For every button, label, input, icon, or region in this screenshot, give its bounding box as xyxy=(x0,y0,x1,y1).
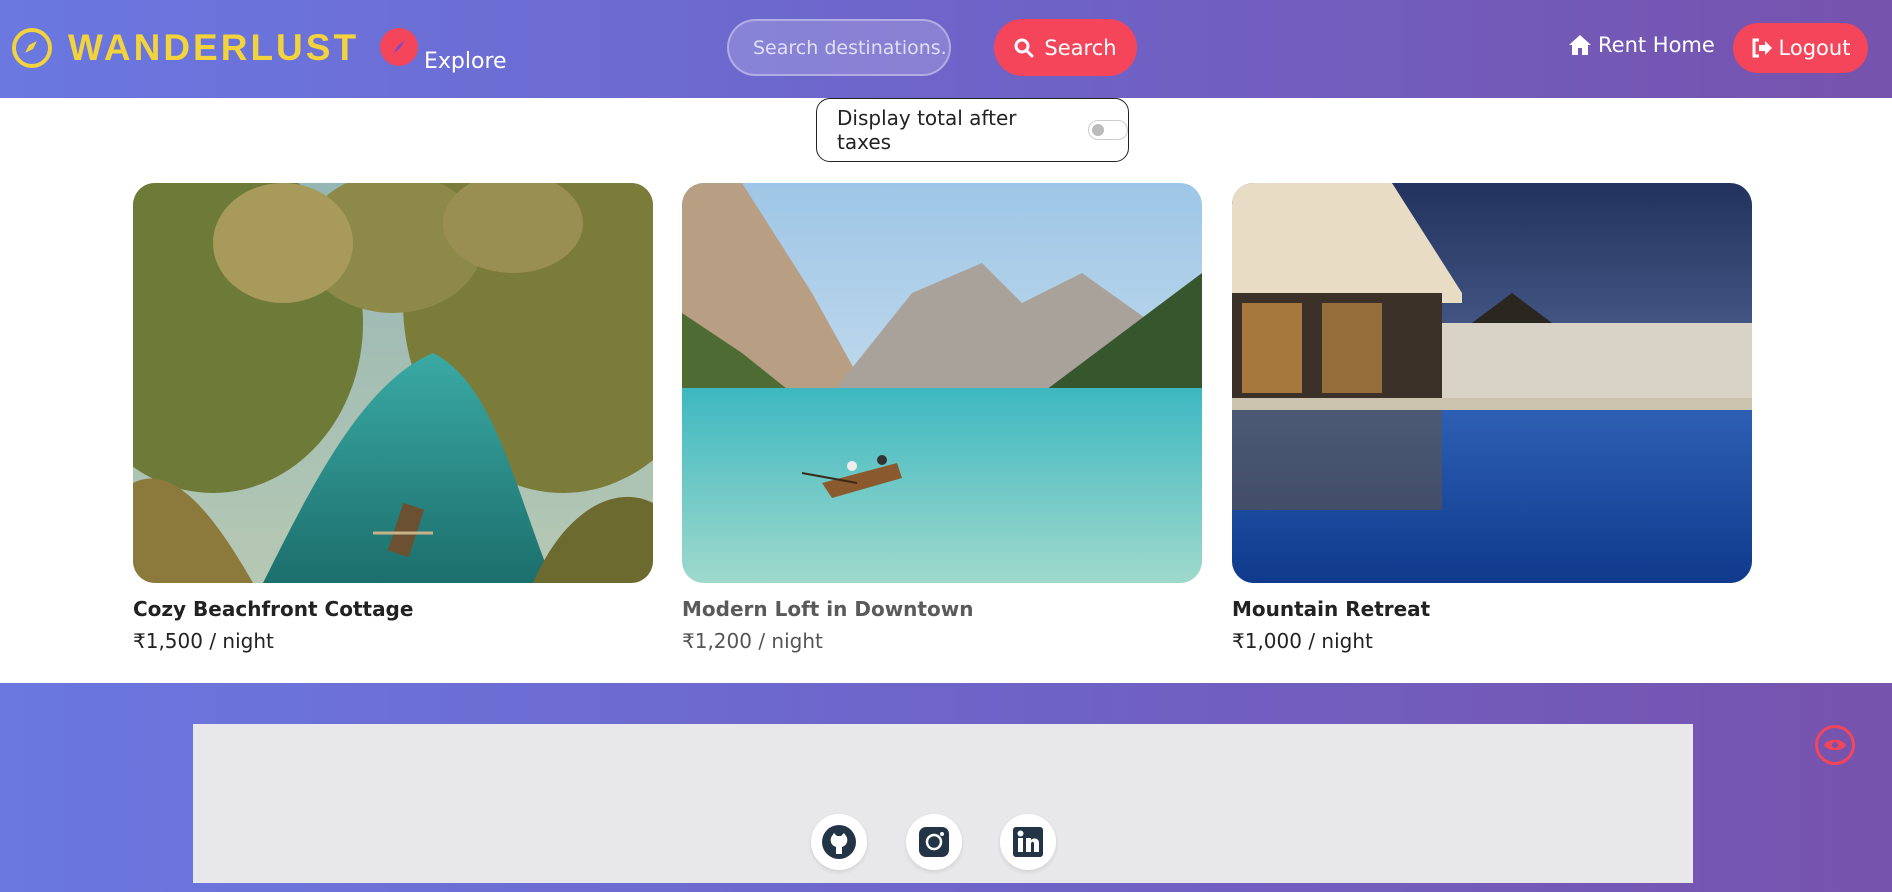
brand[interactable]: WANDERLUST xyxy=(12,27,359,69)
listing-card[interactable]: Cozy Beachfront Cottage ₹1,500 / night xyxy=(133,183,653,653)
logout-label: Logout xyxy=(1778,36,1851,60)
listing-image xyxy=(682,183,1202,583)
linkedin-link[interactable] xyxy=(1000,814,1056,870)
github-link[interactable] xyxy=(811,814,867,870)
tax-toggle-switch[interactable] xyxy=(1088,120,1128,140)
home-icon xyxy=(1569,35,1591,55)
listing-card[interactable]: Mountain Retreat ₹1,000 / night xyxy=(1232,183,1752,653)
tax-toggle-box: Display total after taxes xyxy=(816,98,1129,162)
github-icon xyxy=(822,825,856,859)
search-icon xyxy=(1014,38,1034,57)
logout-icon xyxy=(1752,38,1772,58)
tax-toggle-label: Display total after taxes xyxy=(837,106,1017,154)
listing-card[interactable]: Modern Loft in Downtown ₹1,200 / night xyxy=(682,183,1202,653)
logout-button[interactable]: Logout xyxy=(1733,23,1868,73)
listing-title: Modern Loft in Downtown xyxy=(682,597,974,621)
rent-home-link[interactable]: Rent Home xyxy=(1568,33,1715,57)
search-button[interactable]: Search xyxy=(994,19,1137,76)
footer xyxy=(0,683,1892,892)
listing-image xyxy=(1232,183,1752,583)
search-input[interactable] xyxy=(727,19,951,76)
explore-link[interactable]: Explore xyxy=(380,28,507,74)
compass-icon xyxy=(12,28,52,68)
listing-title: Mountain Retreat xyxy=(1232,597,1431,621)
footer-panel xyxy=(193,724,1693,883)
listing-image xyxy=(133,183,653,583)
listing-price: ₹1,200 / night xyxy=(682,629,823,653)
instagram-icon xyxy=(919,827,949,857)
listing-price: ₹1,000 / night xyxy=(1232,629,1373,653)
explore-label: Explore xyxy=(424,49,507,74)
linkedin-icon xyxy=(1013,827,1043,857)
brand-name: WANDERLUST xyxy=(68,27,360,68)
rent-home-label: Rent Home xyxy=(1598,33,1715,57)
listing-title: Cozy Beachfront Cottage xyxy=(133,597,414,621)
instagram-link[interactable] xyxy=(906,814,962,870)
search-button-label: Search xyxy=(1044,35,1117,60)
compass-floating-icon[interactable] xyxy=(1815,725,1855,765)
listing-price: ₹1,500 / night xyxy=(133,629,274,653)
compass-explore-icon xyxy=(380,28,418,66)
navbar: WANDERLUST Explore Search Rent Home Logo… xyxy=(0,0,1892,98)
